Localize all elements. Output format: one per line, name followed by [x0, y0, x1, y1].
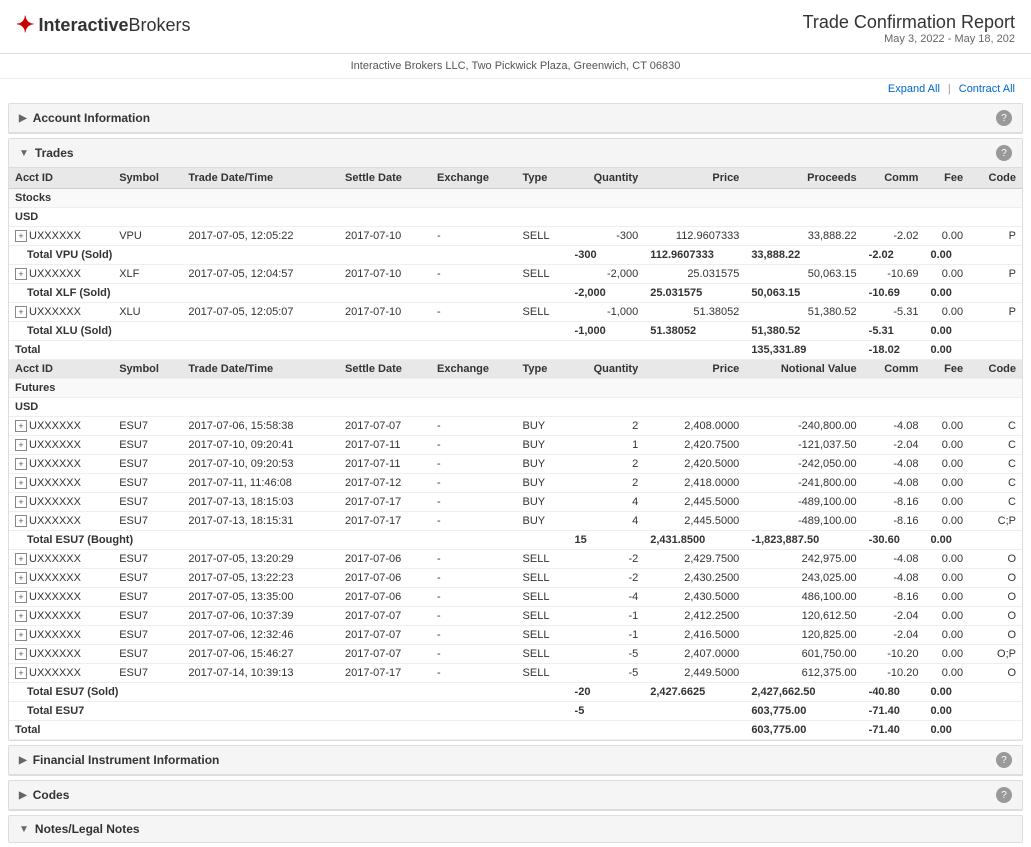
account-info-help[interactable]: ? — [996, 110, 1012, 126]
report-title: Trade Confirmation Report — [803, 12, 1015, 33]
date-range: May 3, 2022 - May 18, 202 — [803, 33, 1015, 45]
sub-header: Interactive Brokers LLC, Two Pickwick Pl… — [0, 54, 1031, 79]
account-information-header[interactable]: ▶ Account Information ? — [9, 104, 1022, 133]
col-comm: Comm — [863, 168, 925, 189]
table-row: +UXXXXXX ESU7 2017-07-13, 18:15:03 2017-… — [9, 493, 1022, 512]
table-row: +UXXXXXX ESU7 2017-07-05, 13:20:29 2017-… — [9, 550, 1022, 569]
notes-label: Notes/Legal Notes — [35, 822, 140, 836]
toolbar: Expand All | Contract All — [0, 79, 1031, 99]
expand-btn[interactable]: + — [15, 230, 27, 242]
codes-header[interactable]: ▶ Codes ? — [9, 781, 1022, 810]
trades-body: Acct ID Symbol Trade Date/Time Settle Da… — [9, 168, 1022, 740]
notes-chevron: ▼ — [19, 824, 29, 835]
table-row: +UXXXXXX ESU7 2017-07-06, 10:37:39 2017-… — [9, 607, 1022, 626]
col-type: Type — [517, 168, 569, 189]
trades-help[interactable]: ? — [996, 145, 1012, 161]
expand-btn[interactable]: + — [15, 610, 27, 622]
col-price: Price — [644, 168, 745, 189]
expand-btn[interactable]: + — [15, 268, 27, 280]
table-row: +UXXXXXX XLF 2017-07-05, 12:04:57 2017-0… — [9, 265, 1022, 284]
total-vpu-row: Total VPU (Sold) -300 112.9607333 33,888… — [9, 246, 1022, 265]
table-row: +UXXXXXX ESU7 2017-07-10, 09:20:53 2017-… — [9, 455, 1022, 474]
account-info-label: Account Information — [33, 111, 150, 125]
col-proceeds: Proceeds — [745, 168, 862, 189]
total-futures-row: Total 603,775.00 -71.40 0.00 — [9, 721, 1022, 740]
contract-all-link[interactable]: Contract All — [959, 83, 1015, 95]
table-row: +UXXXXXX ESU7 2017-07-06, 15:46:27 2017-… — [9, 645, 1022, 664]
codes-chevron: ▶ — [19, 790, 27, 801]
financial-help[interactable]: ? — [996, 752, 1012, 768]
col-trade-datetime: Trade Date/Time — [182, 168, 339, 189]
expand-btn[interactable]: + — [15, 591, 27, 603]
table-row: +UXXXXXX ESU7 2017-07-05, 13:35:00 2017-… — [9, 588, 1022, 607]
col-acct-id: Acct ID — [9, 168, 113, 189]
financial-section: ▶ Financial Instrument Information ? — [8, 745, 1023, 776]
header: ✦ InteractiveBrokers Trade Confirmation … — [0, 0, 1031, 54]
notes-header[interactable]: ▼ Notes/Legal Notes — [9, 816, 1022, 842]
expand-btn[interactable]: + — [15, 496, 27, 508]
expand-btn[interactable]: + — [15, 667, 27, 679]
expand-btn[interactable]: + — [15, 648, 27, 660]
notes-section: ▼ Notes/Legal Notes — [8, 815, 1023, 843]
expand-btn[interactable]: + — [15, 629, 27, 641]
table-row: +UXXXXXX ESU7 2017-07-13, 18:15:31 2017-… — [9, 512, 1022, 531]
expand-btn[interactable]: + — [15, 553, 27, 565]
futures-group-header: Futures — [9, 379, 1022, 398]
col-code: Code — [969, 168, 1022, 189]
expand-btn[interactable]: + — [15, 458, 27, 470]
expand-btn[interactable]: + — [15, 477, 27, 489]
trades-label: Trades — [35, 146, 74, 160]
total-xlu-row: Total XLU (Sold) -1,000 51.38052 51,380.… — [9, 322, 1022, 341]
toolbar-separator: | — [948, 83, 951, 95]
futures-usd-row: USD — [9, 398, 1022, 417]
total-esu7-bought-row: Total ESU7 (Bought) 15 2,431.8500 -1,823… — [9, 531, 1022, 550]
account-information-section: ▶ Account Information ? — [8, 103, 1023, 134]
account-info-chevron: ▶ — [19, 113, 27, 124]
expand-btn[interactable]: + — [15, 572, 27, 584]
table-row: +UXXXXXX ESU7 2017-07-06, 15:58:38 2017-… — [9, 417, 1022, 436]
col-settle-date: Settle Date — [339, 168, 431, 189]
table-row: +UXXXXXX ESU7 2017-07-05, 13:22:23 2017-… — [9, 569, 1022, 588]
financial-header[interactable]: ▶ Financial Instrument Information ? — [9, 746, 1022, 775]
codes-section: ▶ Codes ? — [8, 780, 1023, 811]
table-row: +UXXXXXX ESU7 2017-07-06, 12:32:46 2017-… — [9, 626, 1022, 645]
table-row: +UXXXXXX XLU 2017-07-05, 12:05:07 2017-0… — [9, 303, 1022, 322]
stocks-usd-row: USD — [9, 208, 1022, 227]
table-row: +UXXXXXX ESU7 2017-07-14, 10:39:13 2017-… — [9, 664, 1022, 683]
stocks-group-header: Stocks — [9, 189, 1022, 208]
expand-btn[interactable]: + — [15, 420, 27, 432]
expand-btn[interactable]: + — [15, 306, 27, 318]
codes-help[interactable]: ? — [996, 787, 1012, 803]
col-fee: Fee — [924, 168, 969, 189]
total-esu7-row: Total ESU7 -5 603,775.00 -71.40 0.00 — [9, 702, 1022, 721]
total-esu7-sold-row: Total ESU7 (Sold) -20 2,427.6625 2,427,6… — [9, 683, 1022, 702]
logo: ✦ InteractiveBrokers — [16, 12, 191, 38]
trades-section: ▼ Trades ? Acct ID Symbol Trade Date/Tim… — [8, 138, 1023, 741]
financial-chevron: ▶ — [19, 755, 27, 766]
table-row: +UXXXXXX ESU7 2017-07-10, 09:20:41 2017-… — [9, 436, 1022, 455]
trades-chevron: ▼ — [19, 148, 29, 159]
total-xlf-row: Total XLF (Sold) -2,000 25.031575 50,063… — [9, 284, 1022, 303]
total-stocks-row: Total 135,331.89 -18.02 0.00 — [9, 341, 1022, 360]
trades-section-header[interactable]: ▼ Trades ? — [9, 139, 1022, 168]
col-symbol: Symbol — [113, 168, 182, 189]
expand-all-link[interactable]: Expand All — [888, 83, 940, 95]
expand-btn[interactable]: + — [15, 515, 27, 527]
expand-btn[interactable]: + — [15, 439, 27, 451]
table-row: +UXXXXXX ESU7 2017-07-11, 11:46:08 2017-… — [9, 474, 1022, 493]
logo-regular: Brokers — [128, 15, 190, 35]
col-exchange: Exchange — [431, 168, 517, 189]
col-quantity: Quantity — [569, 168, 645, 189]
codes-label: Codes — [33, 788, 70, 802]
report-info: Trade Confirmation Report May 3, 2022 - … — [803, 12, 1015, 45]
futures-col-header: Acct ID Symbol Trade Date/Time Settle Da… — [9, 360, 1022, 379]
logo-icon: ✦ — [16, 12, 34, 38]
financial-label: Financial Instrument Information — [33, 753, 220, 767]
logo-bold: Interactive — [38, 15, 128, 35]
table-row: +UXXXXXX VPU 2017-07-05, 12:05:22 2017-0… — [9, 227, 1022, 246]
